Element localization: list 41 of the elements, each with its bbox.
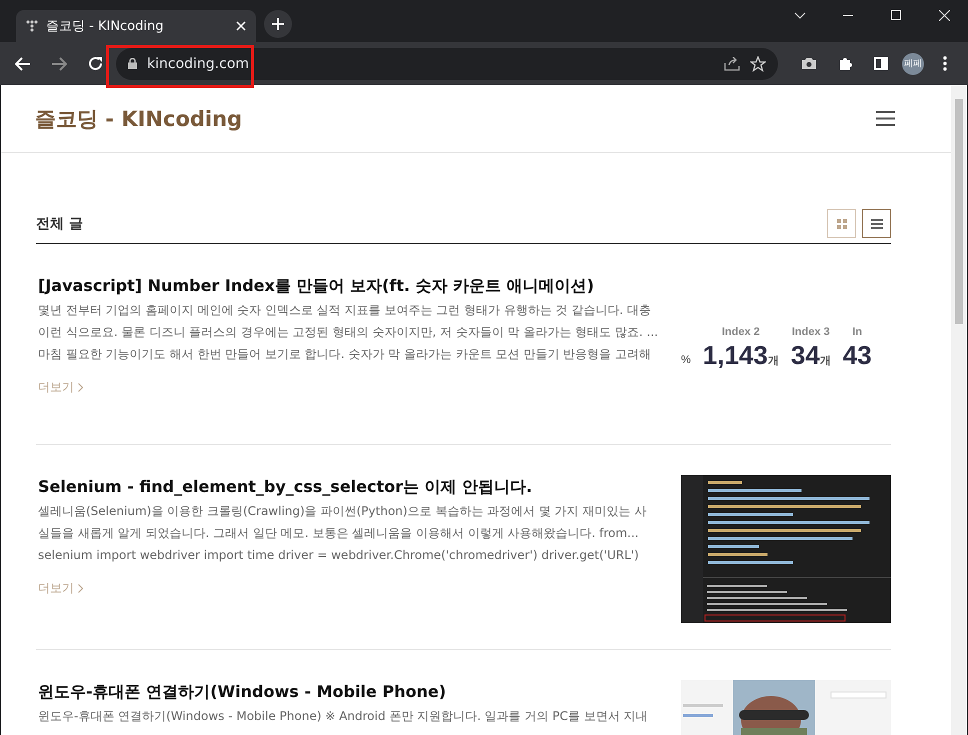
close-icon[interactable] [938,10,950,20]
post-title[interactable]: 윈도우-휴대폰 연결하기(Windows - Mobile Phone) [38,682,648,703]
lock-icon [128,58,137,69]
post-summary: 몇년 전부터 기업의 홈페이지 메인에 숫자 인덱스로 실적 지표를 보여주는 그런 형태가 유행하는 것 같습니다. 대충 이런 식으로요. 물론 디즈니 플러스의 경우에는 고정된 형태의 숫자이지만, 저 숫자들이 막 올라가는 형태도 많죠. ... 마침 필요한 기능이기도 해서 한번 만들어 보기로 합니다. 숫자가 막 올라가는 카운트 모션 만들기 반응형을 고려해 [38,302,658,363]
url-text: kincoding.com [147,56,250,72]
side-panel-icon[interactable] [874,57,888,70]
post-title[interactable]: Selenium - find_element_by_css_selector는 이제 안됩니다. [38,477,646,498]
menu-icon[interactable] [876,111,895,126]
new-tab-button[interactable] [264,10,292,38]
browser-tab[interactable]: 즐코딩 - KINcoding [16,10,256,42]
stat-value: 43 [842,340,872,370]
camera-icon[interactable] [801,57,817,70]
section-title: 전체 글 [36,214,83,232]
address-bar[interactable]: kincoding.com [116,48,778,80]
stat-value: 34개 [790,340,831,370]
list-icon[interactable] [870,218,882,228]
profile-avatar[interactable]: 페페 [902,52,924,74]
tab-title: 즐코딩 - KINcoding [46,18,164,35]
site-title[interactable]: 즐코딩 - KINcoding [35,104,242,132]
minimize-icon[interactable] [843,14,853,16]
forward-arrow-icon[interactable] [51,56,67,70]
post-summary: 셀레니움(Selenium)을 이용한 크롤링(Crawling)을 파이썬(Python)으로 복습하는 과정에서 몇 가지 재미있는 사 실들을 새롭게 알게 되었습니다. 그래서 일단 메모. 보통은 셀레니움을 이용해서 이렇게 사용해왔습니다. from... selenium import webdriver import time driver = webdriver.Chrome('chromedriver') driver.get('URL') [38,503,646,564]
chevron-down-icon[interactable] [794,12,806,18]
stat-label: Index 3 [792,326,830,338]
list-view-button[interactable] [862,209,891,238]
more-menu-icon[interactable] [943,56,947,71]
post-summary: 윈도우-휴대폰 연결하기(Windows - Mobile Phone) ※ Android 폰만 지원합니다. 일과를 거의 PC를 보면서 지내 [38,708,648,725]
post-title[interactable]: [Javascript] Number Index를 만들어 보자(ft. 숫자 카운트 애니메이션) [38,276,658,297]
share-icon[interactable] [724,56,740,70]
percent-sign: % [681,354,691,366]
stat-label: Index 2 [722,326,760,338]
maximize-icon[interactable] [891,10,901,20]
scrollbar[interactable] [951,85,967,735]
back-arrow-icon[interactable] [15,56,31,70]
reload-icon[interactable] [88,56,102,71]
plus-icon[interactable] [272,18,284,30]
puzzle-icon[interactable] [838,56,852,71]
stat-label: In [852,326,862,338]
stat-value: 1,143개 [702,340,779,370]
star-icon[interactable] [750,56,766,72]
site-favicon-icon [26,20,38,32]
